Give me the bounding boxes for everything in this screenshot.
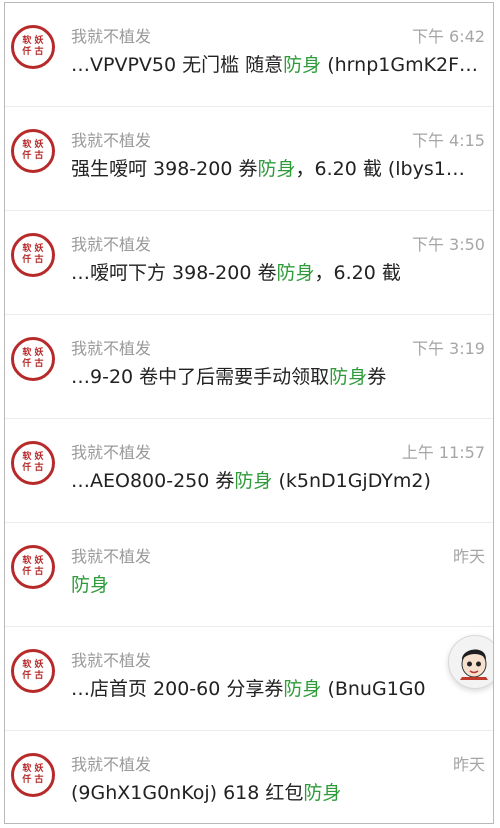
avatar-seal-line1: 软 妖 xyxy=(22,660,44,670)
message-row[interactable]: 软 妖 仟 古 我就不植发 昨天 防身 xyxy=(5,523,493,627)
message-time: 下午 3:19 xyxy=(411,339,485,358)
message-text-pre: …店首页 200-60 分享券 xyxy=(71,678,284,700)
sender-name: 我就不植发 xyxy=(71,339,152,358)
avatar-seal-line1: 软 妖 xyxy=(22,452,44,462)
message-text-post: ，6.20 截 xyxy=(314,262,401,284)
avatar: 软 妖 仟 古 xyxy=(11,337,55,381)
avatar-seal-line2: 仟 古 xyxy=(22,47,44,57)
sender-name: 我就不植发 xyxy=(71,27,152,46)
avatar-seal-line2: 仟 古 xyxy=(22,567,44,577)
avatar-seal-line1: 软 妖 xyxy=(22,764,44,774)
message-keyword: 防身 xyxy=(257,158,296,180)
avatar-seal-line2: 仟 古 xyxy=(22,463,44,473)
avatar-seal-line1: 软 妖 xyxy=(22,348,44,358)
message-list: 软 妖 仟 古 我就不植发 下午 6:42 …VPVPV50 无门槛 随意防身 … xyxy=(5,3,493,823)
message-time: 下午 4:15 xyxy=(411,131,485,150)
sender-name: 我就不植发 xyxy=(71,443,152,462)
message-text-post: ，6.20 截 (lbys1… xyxy=(295,158,465,180)
message-text-pre: …AEO800-250 券 xyxy=(71,470,235,492)
message-row[interactable]: 软 妖 仟 古 我就不植发 下午 4:15 强生嗳呵 398-200 券防身，6… xyxy=(5,107,493,211)
message-text-post: (hrnp1GmK2F… xyxy=(321,54,479,76)
message-text-post: (k5nD1GjDYm2) xyxy=(272,470,431,492)
message-preview: …店首页 200-60 分享券防身 (BnuG1G0 xyxy=(71,674,483,701)
avatar-seal-line1: 软 妖 xyxy=(22,244,44,254)
message-preview: …9-20 卷中了后需要手动领取防身券 xyxy=(71,362,483,389)
floating-avatar-button[interactable] xyxy=(448,635,493,689)
avatar: 软 妖 仟 古 xyxy=(11,25,55,69)
message-keyword: 防身 xyxy=(283,54,322,76)
message-preview: 强生嗳呵 398-200 券防身，6.20 截 (lbys1… xyxy=(71,154,483,181)
sender-name: 我就不植发 xyxy=(71,235,152,254)
message-row[interactable]: 软 妖 仟 古 我就不植发 …店首页 200-60 分享券防身 (BnuG1G0 xyxy=(5,627,493,731)
message-row[interactable]: 软 妖 仟 古 我就不植发 上午 11:57 …AEO800-250 券防身 (… xyxy=(5,419,493,523)
avatar: 软 妖 仟 古 xyxy=(11,233,55,277)
message-text-post: (BnuG1G0 xyxy=(321,678,426,700)
message-preview: …AEO800-250 券防身 (k5nD1GjDYm2) xyxy=(71,466,483,493)
avatar-seal-line2: 仟 古 xyxy=(22,775,44,785)
message-row[interactable]: 软 妖 仟 古 我就不植发 下午 3:50 …嗳呵下方 398-200 卷防身，… xyxy=(5,211,493,315)
message-keyword: 防身 xyxy=(276,262,315,284)
message-keyword: 防身 xyxy=(71,574,110,596)
message-keyword: 防身 xyxy=(329,366,368,388)
message-text-post: 券 xyxy=(367,366,387,388)
cartoon-face-icon xyxy=(460,649,488,680)
message-row[interactable]: 软 妖 仟 古 我就不植发 下午 6:42 …VPVPV50 无门槛 随意防身 … xyxy=(5,3,493,107)
message-text-pre: (9GhX1G0nKoj) 618 红包 xyxy=(71,782,304,804)
avatar-seal-line2: 仟 古 xyxy=(22,359,44,369)
avatar-seal-line1: 软 妖 xyxy=(22,140,44,150)
message-row[interactable]: 软 妖 仟 古 我就不植发 下午 3:19 …9-20 卷中了后需要手动领取防身… xyxy=(5,315,493,419)
sender-name: 我就不植发 xyxy=(71,131,152,150)
message-time: 昨天 xyxy=(452,755,485,774)
message-preview: 防身 xyxy=(71,570,483,597)
avatar-seal-line1: 软 妖 xyxy=(22,556,44,566)
avatar: 软 妖 仟 古 xyxy=(11,129,55,173)
sender-name: 我就不植发 xyxy=(71,651,152,670)
sender-name: 我就不植发 xyxy=(71,755,152,774)
chat-search-results: 软 妖 仟 古 我就不植发 下午 6:42 …VPVPV50 无门槛 随意防身 … xyxy=(4,2,494,824)
message-keyword: 防身 xyxy=(303,782,342,804)
message-row[interactable]: 软 妖 仟 古 我就不植发 昨天 (9GhX1G0nKoj) 618 红包防身 xyxy=(5,731,493,823)
avatar: 软 妖 仟 古 xyxy=(11,441,55,485)
message-preview: (9GhX1G0nKoj) 618 红包防身 xyxy=(71,778,483,805)
message-time: 上午 11:57 xyxy=(401,443,485,462)
avatar: 软 妖 仟 古 xyxy=(11,649,55,693)
message-time: 下午 6:42 xyxy=(411,27,485,46)
message-text-pre: …9-20 卷中了后需要手动领取 xyxy=(71,366,330,388)
avatar: 软 妖 仟 古 xyxy=(11,753,55,797)
message-text-pre: …嗳呵下方 398-200 卷 xyxy=(71,262,277,284)
message-preview: …嗳呵下方 398-200 卷防身，6.20 截 xyxy=(71,258,483,285)
sender-name: 我就不植发 xyxy=(71,547,152,566)
message-time: 下午 3:50 xyxy=(411,235,485,254)
message-keyword: 防身 xyxy=(234,470,273,492)
message-text-pre: 强生嗳呵 398-200 券 xyxy=(71,158,258,180)
message-time: 昨天 xyxy=(452,547,485,566)
avatar-seal-line1: 软 妖 xyxy=(22,36,44,46)
avatar-seal-line2: 仟 古 xyxy=(22,151,44,161)
message-keyword: 防身 xyxy=(283,678,322,700)
message-text-pre: …VPVPV50 无门槛 随意 xyxy=(71,54,284,76)
avatar: 软 妖 仟 古 xyxy=(11,545,55,589)
message-preview: …VPVPV50 无门槛 随意防身 (hrnp1GmK2F… xyxy=(71,50,483,77)
avatar-seal-line2: 仟 古 xyxy=(22,671,44,681)
avatar-seal-line2: 仟 古 xyxy=(22,255,44,265)
